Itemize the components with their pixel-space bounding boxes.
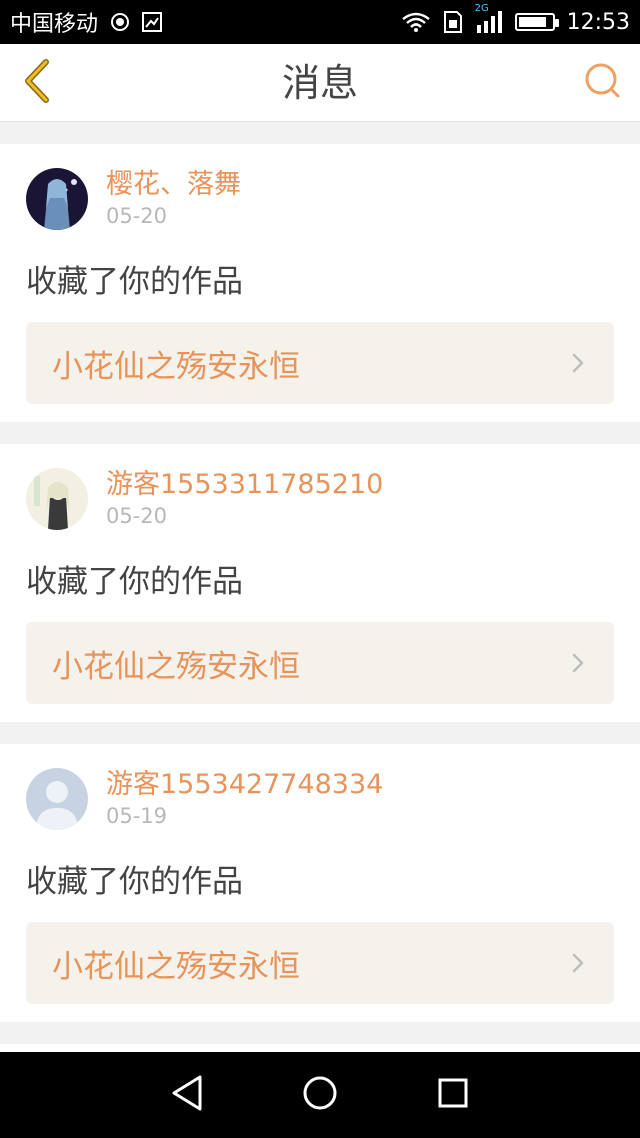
photo-icon <box>142 12 163 32</box>
chevron-right-icon <box>568 649 588 677</box>
work-link[interactable]: 小花仙之殇安永恒 <box>26 622 614 704</box>
avatar[interactable] <box>26 768 88 830</box>
nav-back-button[interactable] <box>157 1065 217 1125</box>
message-card: 游客1553311785210 05-20 收藏了你的作品 小花仙之殇安永恒 <box>0 444 640 722</box>
home-circle-icon <box>302 1075 338 1115</box>
work-title: 小花仙之殇安永恒 <box>52 348 300 385</box>
chevron-right-icon <box>568 349 588 377</box>
message-card: 游客1553427748334 05-19 收藏了你的作品 小花仙之殇安永恒 <box>0 744 640 1022</box>
avatar[interactable] <box>26 168 88 230</box>
message-action-text: 收藏了你的作品 <box>26 864 243 900</box>
signal-icon: 2G <box>475 3 503 33</box>
message-action-text: 收藏了你的作品 <box>26 564 243 600</box>
sim-icon <box>443 10 463 34</box>
battery-icon <box>514 13 559 31</box>
hd-voice-icon <box>110 12 130 32</box>
status-bar: 中国移动 2G 12:53 <box>0 0 640 44</box>
clock: 12:53 <box>566 9 630 35</box>
username[interactable]: 樱花、落舞 <box>106 168 241 202</box>
nav-recents-button[interactable] <box>423 1065 483 1125</box>
chevron-right-icon <box>568 949 588 977</box>
username[interactable]: 游客1553427748334 <box>106 768 383 802</box>
message-card-partial <box>0 1044 640 1052</box>
app-header: 消息 <box>0 44 640 122</box>
avatar[interactable] <box>26 468 88 530</box>
search-icon <box>584 62 622 104</box>
work-link[interactable]: 小花仙之殇安永恒 <box>26 322 614 404</box>
message-card: 樱花、落舞 05-20 收藏了你的作品 小花仙之殇安永恒 <box>0 144 640 422</box>
nav-home-button[interactable] <box>290 1065 350 1125</box>
username[interactable]: 游客1553311785210 <box>106 468 383 502</box>
wifi-icon <box>401 11 431 33</box>
network-type-label: 2G <box>474 3 489 14</box>
back-triangle-icon <box>170 1074 204 1116</box>
page-title: 消息 <box>281 61 358 105</box>
recents-square-icon <box>437 1077 469 1113</box>
message-list[interactable]: 樱花、落舞 05-20 收藏了你的作品 小花仙之殇安永恒 游客155331178… <box>0 122 640 1052</box>
message-date: 05-20 <box>106 204 168 228</box>
system-nav-bar <box>0 1052 640 1138</box>
message-date: 05-19 <box>106 804 168 828</box>
work-title: 小花仙之殇安永恒 <box>52 648 300 685</box>
search-button[interactable] <box>578 58 628 108</box>
message-action-text: 收藏了你的作品 <box>26 264 243 300</box>
back-button[interactable] <box>12 58 60 108</box>
chevron-left-icon <box>20 58 52 108</box>
carrier-label: 中国移动 <box>10 12 99 37</box>
work-link[interactable]: 小花仙之殇安永恒 <box>26 922 614 1004</box>
work-title: 小花仙之殇安永恒 <box>52 948 300 985</box>
message-date: 05-20 <box>106 504 168 528</box>
